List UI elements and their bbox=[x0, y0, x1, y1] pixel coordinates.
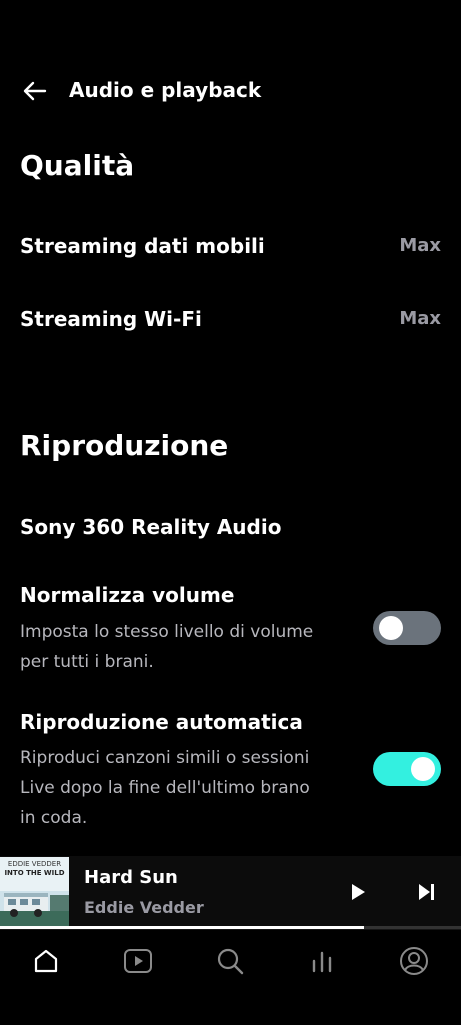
wifi-streaming-value: Max bbox=[399, 308, 441, 329]
autoplay-label: Riproduzione automatica bbox=[20, 710, 303, 734]
mobile-streaming-value: Max bbox=[399, 235, 441, 256]
section-title-quality: Qualità bbox=[20, 149, 135, 182]
nav-videos[interactable] bbox=[108, 936, 168, 986]
sony-360-label: Sony 360 Reality Audio bbox=[20, 515, 282, 539]
toggle-knob bbox=[411, 757, 435, 781]
next-track-button[interactable] bbox=[410, 876, 444, 908]
video-icon bbox=[124, 949, 152, 973]
profile-icon bbox=[400, 947, 428, 975]
play-icon bbox=[352, 884, 365, 900]
autoplay-toggle[interactable] bbox=[373, 752, 441, 786]
track-title: Hard Sun bbox=[84, 867, 178, 888]
normalize-volume-toggle[interactable] bbox=[373, 611, 441, 645]
album-art-artist-text: EDDIE VEDDER bbox=[7, 860, 62, 868]
play-button[interactable] bbox=[342, 876, 374, 908]
wifi-streaming-label: Streaming Wi-Fi bbox=[20, 307, 202, 331]
arrow-left-icon bbox=[23, 81, 47, 101]
autoplay-description: Riproduci canzoni simili o sessioni Live… bbox=[20, 748, 310, 828]
nav-profile[interactable] bbox=[384, 936, 444, 986]
section-title-playback: Riproduzione bbox=[20, 429, 229, 462]
normalize-volume-label: Normalizza volume bbox=[20, 583, 235, 607]
skip-next-icon bbox=[419, 884, 434, 900]
album-art-title-text: INTO THE WILD bbox=[4, 869, 65, 877]
toggle-knob bbox=[379, 616, 403, 640]
mini-player[interactable] bbox=[0, 856, 461, 928]
mobile-streaming-label: Streaming dati mobili bbox=[20, 234, 265, 258]
search-icon bbox=[217, 948, 244, 975]
nav-activity[interactable] bbox=[292, 936, 352, 986]
nav-home[interactable] bbox=[16, 936, 76, 986]
back-button[interactable] bbox=[18, 76, 52, 106]
home-icon bbox=[34, 949, 58, 973]
equalizer-icon bbox=[312, 951, 332, 973]
page-title: Audio e playback bbox=[69, 78, 262, 102]
nav-search[interactable] bbox=[200, 936, 260, 986]
track-artist: Eddie Vedder bbox=[84, 898, 204, 917]
normalize-volume-description: Imposta lo stesso livello di volume per … bbox=[20, 622, 314, 672]
album-art: EDDIE VEDDER INTO THE WILD bbox=[0, 857, 69, 927]
